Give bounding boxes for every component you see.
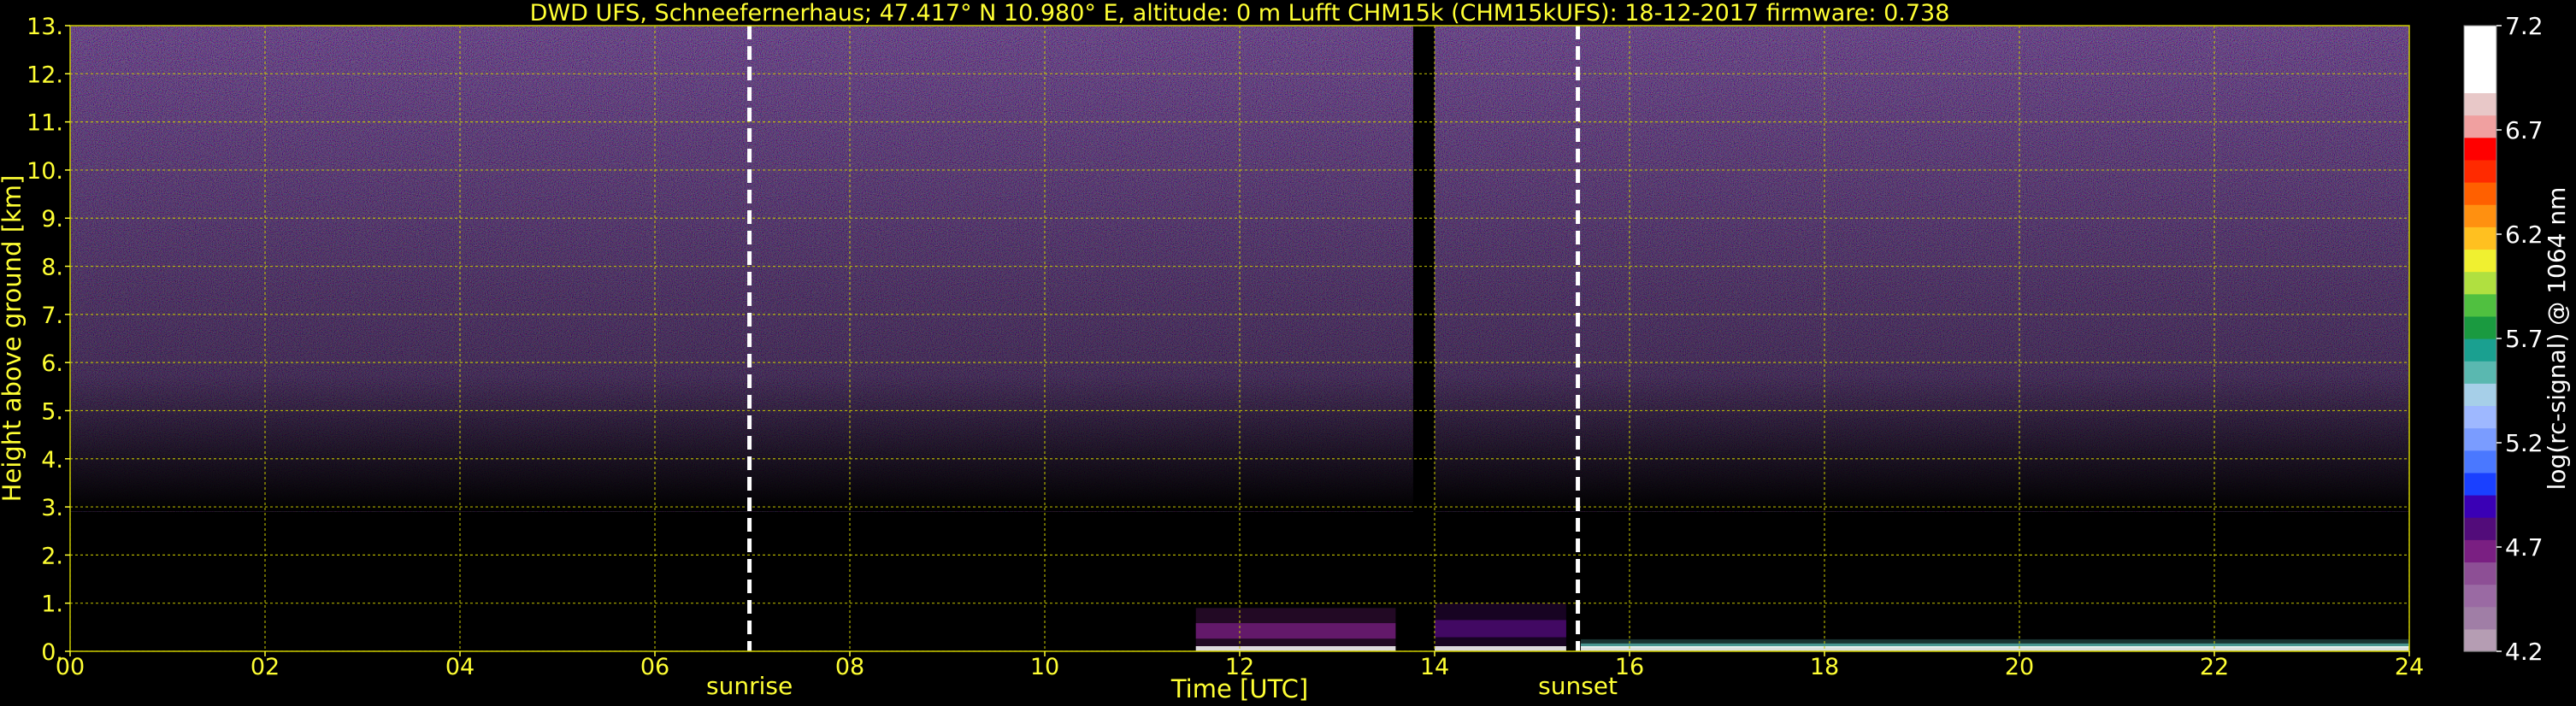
colorbar-segment (2464, 271, 2496, 295)
y-tick-label: 0. (41, 639, 63, 666)
ground-return (1195, 646, 1396, 651)
signal-feature-core (1195, 623, 1396, 639)
y-axis-label: Height above ground [km] (0, 175, 27, 503)
x-tick-label: 24 (2395, 654, 2424, 680)
colorbar-label: log(rc-signal) @ 1064 nm (2543, 187, 2571, 491)
y-tick-label: 10. (27, 158, 63, 185)
colorbar-tick-label: 5.7 (2505, 325, 2544, 353)
x-tick-label: 06 (640, 654, 669, 680)
colorbar-segment (2464, 338, 2496, 362)
colorbar-segment (2464, 405, 2496, 429)
x-tick-label: 22 (2200, 654, 2229, 680)
colorbar-tick-label: 4.7 (2505, 533, 2544, 562)
colorbar-segment (2464, 606, 2496, 630)
signal-feature-2 (1581, 638, 2409, 651)
colorbar (2463, 25, 2497, 652)
x-tick-label: 04 (445, 654, 475, 680)
sunset-marker-label: sunset (1538, 672, 1618, 700)
colorbar-segment (2464, 495, 2496, 518)
colorbar-tick-label: 5.2 (2505, 429, 2544, 457)
signal-feature-core (1435, 620, 1566, 638)
colorbar-segment (2464, 293, 2496, 317)
colorbar-segment (2464, 70, 2496, 94)
ground-return (1435, 646, 1566, 651)
y-tick-label: 8. (41, 255, 63, 281)
x-axis-label: Time [UTC] (1170, 674, 1308, 703)
colorbar-segment (2464, 204, 2496, 227)
colorbar-tick-label: 6.7 (2505, 116, 2544, 144)
signal-feature-0 (1195, 608, 1396, 651)
colorbar-tick-label: 6.2 (2505, 221, 2544, 249)
colorbar-segment (2464, 383, 2496, 407)
colorbar-segment (2464, 48, 2496, 71)
colorbar-segment (2464, 450, 2496, 474)
x-tick-label: 10 (1030, 654, 1059, 680)
x-tick-label: 02 (251, 654, 280, 680)
colorbar-segment (2464, 227, 2496, 250)
x-tick-label: 14 (1420, 654, 1449, 680)
colorbar-tick-label: 7.2 (2505, 12, 2544, 40)
sunrise-marker-label: sunrise (706, 672, 793, 700)
ceilometer-chart: DWD UFS, Schneefernerhaus; 47.417° N 10.… (0, 0, 2576, 706)
colorbar-segment (2464, 427, 2496, 451)
y-tick-label: 13. (27, 14, 63, 40)
colorbar-segment (2464, 361, 2496, 384)
x-tick-label: 08 (835, 654, 864, 680)
y-tick-label: 6. (41, 350, 63, 377)
signal-feature-1 (1435, 603, 1566, 651)
y-tick-label: 12. (27, 62, 63, 88)
colorbar-segment (2464, 115, 2496, 138)
y-tick-label: 3. (41, 495, 63, 521)
colorbar-segment (2464, 584, 2496, 608)
chart-title: DWD UFS, Schneefernerhaus; 47.417° N 10.… (530, 0, 1950, 26)
x-tick-label: 20 (2005, 654, 2034, 680)
ground-return (1581, 646, 2409, 651)
no-data-periods (1412, 26, 1435, 651)
colorbar-segment (2464, 562, 2496, 585)
y-tick-label: 9. (41, 206, 63, 232)
colorbar-segment (2464, 539, 2496, 563)
colorbar-segment (2464, 472, 2496, 496)
colorbar-segment (2464, 249, 2496, 273)
colorbar-segment (2464, 26, 2496, 49)
colorbar-segment (2464, 137, 2496, 161)
x-tick-label: 18 (1810, 654, 1839, 680)
plot-area (70, 26, 2409, 651)
y-tick-label: 1. (41, 591, 63, 618)
y-tick-label: 4. (41, 447, 63, 474)
colorbar-segment (2464, 182, 2496, 205)
colorbar-segment (2464, 628, 2496, 652)
x-tick-label: 16 (1615, 654, 1644, 680)
colorbar-tick-label: 4.2 (2505, 638, 2544, 666)
colorbar-segment (2464, 517, 2496, 540)
no-data-period-0 (1412, 26, 1435, 651)
colorbar-segment (2464, 315, 2496, 339)
y-tick-label: 2. (41, 543, 63, 569)
y-tick-label: 7. (41, 303, 63, 329)
colorbar-segment (2464, 92, 2496, 116)
colorbar-segment (2464, 159, 2496, 183)
y-tick-label: 5. (41, 398, 63, 425)
y-tick-label: 11. (27, 110, 63, 137)
